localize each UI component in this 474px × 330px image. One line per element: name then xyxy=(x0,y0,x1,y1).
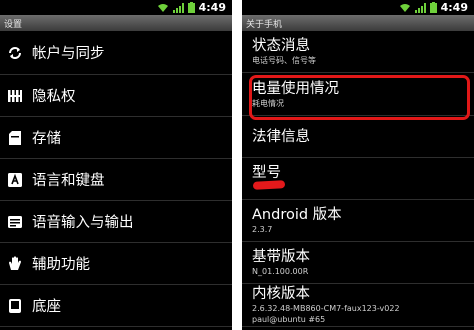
about-phone-screen: 4:49 关于手机 状态消息 电话号码、信号等 电量使用情况 耗电情况 法律信息… xyxy=(242,0,474,330)
storage-icon xyxy=(0,130,30,145)
menu-item-accessibility[interactable]: 辅助功能 xyxy=(0,243,232,285)
status-bar: 4:49 xyxy=(0,0,232,15)
status-clock: 4:49 xyxy=(440,1,468,14)
menu-item-language-keyboard[interactable]: 语言和键盘 xyxy=(0,159,232,201)
menu-label: 隐私权 xyxy=(32,89,76,105)
keyboard-icon xyxy=(0,172,30,187)
page-title: 设置 xyxy=(4,19,23,30)
list-item-android-version: Android 版本 2.3.7 xyxy=(242,200,474,242)
menu-item-accounts-sync[interactable]: 帐户与同步 xyxy=(0,31,232,75)
item-subtitle: 2.3.7 xyxy=(252,225,273,234)
list-item-legal[interactable]: 法律信息 xyxy=(242,116,474,158)
signal-icon xyxy=(414,2,426,13)
dock-icon xyxy=(0,298,30,313)
list-item-model: 型号 xyxy=(242,158,474,200)
menu-label: 语言和键盘 xyxy=(32,173,105,189)
list-item-status[interactable]: 状态消息 电话号码、信号等 xyxy=(242,31,474,73)
item-title: 内核版本 xyxy=(252,286,310,302)
item-subtitle xyxy=(252,182,474,193)
settings-menu: 帐户与同步 隐私权 存储 语言和键盘 语音输入与输出 辅助功能 底座 xyxy=(0,31,232,327)
status-clock: 4:49 xyxy=(198,1,226,14)
title-bar: 关于手机 xyxy=(242,15,474,31)
menu-label: 语音输入与输出 xyxy=(32,215,134,231)
settings-screen: 4:49 设置 帐户与同步 隐私权 存储 语言和键盘 语音输入与输出 辅助功能 … xyxy=(0,0,232,330)
menu-item-storage[interactable]: 存储 xyxy=(0,117,232,159)
redaction-mark xyxy=(252,180,286,190)
menu-label: 存储 xyxy=(32,131,61,147)
highlight-box xyxy=(249,75,470,120)
battery-icon xyxy=(429,2,437,13)
menu-item-privacy[interactable]: 隐私权 xyxy=(0,75,232,117)
wifi-icon xyxy=(399,3,411,13)
item-subtitle: N_01.100.00R xyxy=(252,267,309,276)
item-subtitle: 2.6.32.48-MB860-CM7-faux123-v022 xyxy=(252,304,400,313)
list-item-kernel: 内核版本 2.6.32.48-MB860-CM7-faux123-v022 pa… xyxy=(242,284,474,327)
privacy-icon xyxy=(0,89,30,103)
battery-icon xyxy=(187,2,195,13)
list-item-baseband: 基带版本 N_01.100.00R xyxy=(242,242,474,284)
item-title: Android 版本 xyxy=(252,207,342,223)
item-title: 状态消息 xyxy=(252,38,310,54)
menu-label: 底座 xyxy=(32,299,61,315)
page-title: 关于手机 xyxy=(246,19,283,30)
menu-label: 辅助功能 xyxy=(32,257,90,273)
title-bar: 设置 xyxy=(0,15,232,31)
wifi-icon xyxy=(157,3,169,13)
voice-icon xyxy=(0,215,30,229)
menu-label: 帐户与同步 xyxy=(32,46,105,62)
signal-icon xyxy=(172,2,184,13)
menu-item-dock[interactable]: 底座 xyxy=(0,285,232,327)
item-title: 法律信息 xyxy=(252,128,310,145)
menu-item-voice-io[interactable]: 语音输入与输出 xyxy=(0,201,232,243)
item-subtitle: 电话号码、信号等 xyxy=(252,56,316,65)
item-title: 型号 xyxy=(252,165,281,181)
accessibility-hand-icon xyxy=(0,256,30,271)
item-title: 基带版本 xyxy=(252,249,310,265)
item-subtitle-2: paul@ubuntu #65 xyxy=(252,315,326,324)
sync-icon xyxy=(0,46,30,60)
status-bar: 4:49 xyxy=(242,0,474,15)
